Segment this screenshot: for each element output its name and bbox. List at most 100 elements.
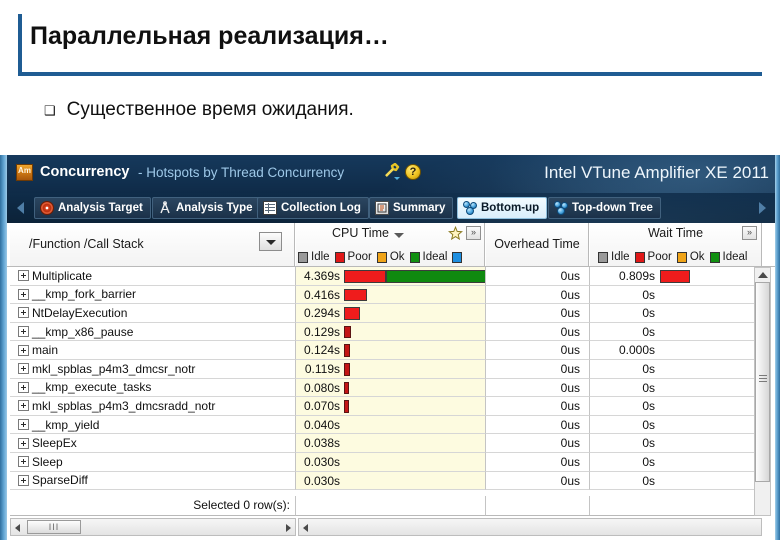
tab-analysis-type[interactable]: Analysis Type: [152, 197, 261, 219]
cpu-time-bar: [344, 325, 351, 339]
expand-plus-icon[interactable]: [18, 288, 29, 300]
cell-overhead-time: 0us: [486, 471, 590, 491]
grid-column-headers: /Function /Call Stack CPU Time » Idle Po…: [7, 223, 775, 267]
legend-label-idle: Idle: [611, 251, 630, 263]
cell-overhead-time: 0us: [486, 360, 590, 379]
cell-wait-time-value: 0s: [642, 473, 655, 488]
toolbar-scroll-right-icon[interactable]: [759, 202, 766, 214]
cell-wait-time: 0.000s: [590, 341, 762, 360]
vtune-toolbar: Analysis Target Analysis Type Collection…: [7, 193, 775, 223]
scrollbar-thumb[interactable]: [27, 520, 81, 534]
column-header-function[interactable]: /Function /Call Stack: [10, 223, 295, 266]
table-row[interactable]: NtDelayExecution 0.294s 0us 0s: [7, 304, 775, 323]
cell-function[interactable]: Multiplicate: [10, 267, 296, 286]
table-row[interactable]: SparseDiff 0.030s 0us 0s: [7, 471, 775, 491]
cell-function[interactable]: Sleep: [10, 453, 296, 472]
cell-function[interactable]: NtDelayExecution: [10, 304, 296, 323]
expand-columns-icon[interactable]: »: [466, 226, 481, 240]
analysis-mode-label: Concurrency: [40, 164, 130, 180]
cell-function[interactable]: SleepEx: [10, 434, 296, 453]
cell-overhead-time: 0us: [486, 285, 590, 305]
help-icon[interactable]: ?: [405, 164, 421, 180]
wait-bar-poor: [660, 270, 690, 283]
legend-item-ideal: Ideal: [409, 251, 448, 263]
expand-plus-icon[interactable]: [18, 474, 29, 486]
expand-plus-icon[interactable]: [18, 344, 29, 356]
tab-analysis-target[interactable]: Analysis Target: [34, 197, 151, 219]
cpu-time-legend: Idle Poor Ok Ideal: [298, 251, 463, 263]
expand-plus-icon[interactable]: [18, 456, 29, 468]
cell-cpu-time-value: 0.124s: [303, 343, 340, 358]
cell-function[interactable]: __kmp_x86_pause: [10, 322, 296, 342]
legend-item-ok: Ok: [376, 251, 405, 263]
horizontal-scrollbar-functions[interactable]: [10, 518, 296, 536]
column-header-cpu-time[interactable]: CPU Time » Idle Poor Ok Ideal: [296, 223, 485, 266]
cell-function[interactable]: main: [10, 341, 296, 360]
cell-function[interactable]: mkl_spblas_p4m3_dmcsradd_notr: [10, 397, 296, 416]
expand-plus-icon[interactable]: [18, 400, 29, 412]
expand-plus-icon[interactable]: [18, 326, 29, 338]
table-row[interactable]: mkl_spblas_p4m3_dmcsradd_notr 0.070s 0us 0s: [7, 397, 775, 416]
table-row[interactable]: mkl_spblas_p4m3_dmcsr_notr 0.119s 0us 0s: [7, 360, 775, 379]
toolbar-scroll-left-icon[interactable]: [17, 202, 24, 214]
column-header-overhead-time[interactable]: Overhead Time: [486, 223, 589, 266]
tab-bottom-up[interactable]: Bottom-up: [457, 197, 548, 219]
expand-plus-icon[interactable]: [18, 437, 29, 449]
expand-plus-icon[interactable]: [18, 419, 29, 431]
cell-overhead-time: 0us: [486, 304, 590, 323]
expand-plus-icon[interactable]: [18, 381, 29, 393]
selection-status-rest-cell: [486, 496, 762, 516]
scroll-left-icon[interactable]: [303, 524, 308, 532]
legend-label-poor: Poor: [647, 251, 672, 263]
tab-summary[interactable]: Summary: [369, 197, 454, 219]
cell-cpu-time-value: 0.129s: [303, 324, 340, 339]
table-row[interactable]: __kmp_fork_barrier 0.416s 0us 0s: [7, 285, 775, 305]
table-row[interactable]: Sleep 0.030s 0us 0s: [7, 453, 775, 472]
cell-cpu-time: 0.040s: [296, 415, 486, 435]
table-row[interactable]: main 0.124s 0us 0.000s: [7, 341, 775, 360]
expand-plus-icon[interactable]: [18, 307, 29, 319]
column-header-wait-time[interactable]: Wait Time » Idle Poor Ok Ideal: [590, 223, 762, 266]
chevron-down-icon[interactable]: [259, 232, 282, 251]
cell-function[interactable]: __kmp_execute_tasks: [10, 378, 296, 398]
table-row[interactable]: SleepEx 0.038s 0us 0s: [7, 434, 775, 453]
cell-wait-time-value: 0s: [642, 306, 655, 321]
cell-function[interactable]: __kmp_yield: [10, 415, 296, 435]
table-row[interactable]: __kmp_yield 0.040s 0us 0s: [7, 415, 775, 435]
sort-descending-icon[interactable]: [394, 233, 404, 238]
wrench-icon[interactable]: [383, 162, 401, 181]
tab-analysis-target-label: Analysis Target: [58, 202, 143, 214]
scroll-right-icon[interactable]: [286, 524, 291, 532]
table-row[interactable]: __kmp_x86_pause 0.129s 0us 0s: [7, 322, 775, 342]
cpu-bar-poor: [344, 344, 350, 357]
scroll-left-icon[interactable]: [15, 524, 20, 532]
expand-columns-icon[interactable]: »: [742, 226, 757, 240]
cell-overhead-time: 0us: [486, 397, 590, 416]
cell-wait-time-value: 0.000s: [618, 343, 655, 358]
tab-top-down-tree[interactable]: Top-down Tree: [548, 197, 661, 219]
legend-label-ideal: Ideal: [422, 251, 448, 263]
cpu-time-bar: [344, 363, 350, 376]
tab-collection-log[interactable]: Collection Log: [257, 197, 369, 219]
cell-cpu-time: 0.070s: [296, 397, 486, 416]
cell-function[interactable]: mkl_spblas_p4m3_dmcsr_notr: [10, 360, 296, 379]
cell-wait-time-value: 0s: [642, 455, 655, 469]
expand-plus-icon[interactable]: [18, 270, 29, 282]
cell-wait-time-value: 0s: [642, 399, 655, 414]
cell-function-label: __kmp_yield: [32, 417, 100, 432]
cell-wait-time-value: 0s: [642, 287, 655, 302]
vertical-scrollbar[interactable]: [754, 267, 771, 516]
table-row[interactable]: __kmp_execute_tasks 0.080s 0us 0s: [7, 378, 775, 398]
scrollbar-thumb[interactable]: [755, 282, 770, 482]
product-brand: Intel VTune Amplifier XE 2011: [544, 163, 769, 182]
cell-function-label: __kmp_x86_pause: [32, 324, 134, 339]
horizontal-scrollbar-metrics[interactable]: [298, 518, 762, 536]
cell-overhead-time: 0us: [486, 322, 590, 342]
table-row[interactable]: Multiplicate 4.369s 0us 0.809s: [7, 267, 775, 286]
expand-plus-icon[interactable]: [18, 363, 29, 375]
star-icon[interactable]: [448, 225, 463, 241]
scroll-up-icon[interactable]: [758, 272, 768, 278]
cell-function[interactable]: SparseDiff: [10, 471, 296, 491]
cell-function[interactable]: __kmp_fork_barrier: [10, 285, 296, 305]
legend-label-ideal: Ideal: [722, 251, 748, 263]
